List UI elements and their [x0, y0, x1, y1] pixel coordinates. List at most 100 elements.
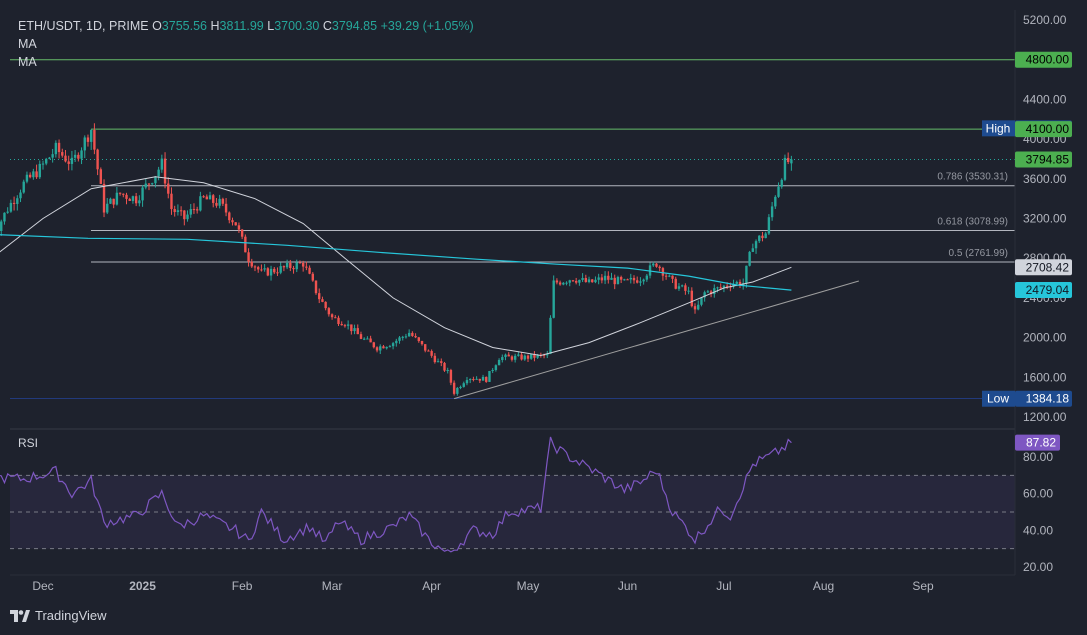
candle-body: [716, 287, 718, 288]
candle-body: [135, 196, 137, 203]
candle-body: [565, 283, 567, 284]
candle-body: [222, 199, 224, 204]
candle-body: [379, 346, 381, 350]
candle-body: [23, 182, 25, 193]
candle-body: [87, 137, 89, 141]
rsi-tick-label: 60.00: [1023, 487, 1053, 501]
rsi-tick-label: 80.00: [1023, 450, 1053, 464]
candle-body: [421, 341, 423, 344]
candle-body: [238, 225, 240, 229]
candle-body: [129, 199, 131, 201]
candle-body: [235, 222, 237, 225]
x-tick-label: 2025: [129, 579, 156, 593]
candle-body: [562, 283, 564, 285]
candle-body: [186, 215, 188, 220]
candle-body: [450, 370, 452, 383]
candle-body: [289, 263, 291, 268]
candle-body: [771, 206, 773, 217]
x-tick-label: Feb: [232, 579, 253, 593]
candle-body: [369, 339, 371, 343]
candle-body: [761, 236, 763, 238]
x-tick-label: Apr: [422, 579, 441, 593]
ma-legend-2[interactable]: MA: [18, 53, 474, 71]
candle-body: [668, 276, 670, 277]
candle-body: [363, 339, 365, 340]
footer-brand[interactable]: TradingView: [10, 608, 107, 623]
candle-body: [347, 324, 349, 325]
symbol-label[interactable]: ETH/USDT, 1D, PRIME: [18, 19, 149, 33]
price-label-value: 2479.04: [1026, 283, 1070, 297]
candle-body: [318, 293, 320, 299]
candle-body: [720, 287, 722, 288]
candle-body: [183, 211, 185, 220]
candle-body: [552, 280, 554, 317]
candle-body: [395, 341, 397, 343]
x-tick-label: Jul: [716, 579, 731, 593]
trading-chart[interactable]: 0.786 (3530.31) 0.618 (3078.99) 0.5 (2761.…: [0, 0, 1087, 635]
candle-body: [633, 278, 635, 280]
candle-body: [112, 199, 114, 205]
candle-body: [132, 196, 134, 201]
candle-body: [453, 383, 455, 394]
candle-body: [373, 342, 375, 347]
candle-body: [80, 150, 82, 158]
fib-level-label: 0.786 (3530.31): [937, 172, 1008, 183]
candle-body: [344, 325, 346, 326]
candle-body: [206, 197, 208, 200]
price-tag-label: Low: [987, 392, 1009, 406]
ma-legend-1[interactable]: MA: [18, 35, 474, 53]
candle-body: [215, 203, 217, 206]
candle-body: [697, 305, 699, 310]
candle-body: [687, 291, 689, 292]
candle-body: [51, 154, 53, 157]
candle-body: [601, 277, 603, 280]
fib-level-label: 0.618 (3078.99): [937, 217, 1008, 228]
candle-body: [170, 194, 172, 209]
rsi-legend[interactable]: RSI: [18, 436, 38, 450]
candle-body: [681, 285, 683, 286]
rsi-tick-label: 20.00: [1023, 560, 1053, 574]
x-tick-label: Aug: [813, 579, 834, 593]
candle-body: [312, 274, 314, 281]
candle-body: [691, 291, 693, 306]
candle-body: [469, 379, 471, 380]
price-label-value: 1384.18: [1026, 392, 1070, 406]
candle-body: [26, 175, 28, 182]
candle-body: [569, 280, 571, 282]
candle-body: [530, 354, 532, 359]
candle-body: [199, 196, 201, 210]
x-tick-label: Mar: [322, 579, 343, 593]
candle-body: [585, 278, 587, 282]
rsi-tick-label: 40.00: [1023, 523, 1053, 537]
tradingview-logo-icon: [10, 610, 30, 622]
candle-body: [707, 291, 709, 292]
candle-body: [524, 356, 526, 360]
candle-body: [748, 252, 750, 266]
candle-body: [202, 196, 204, 197]
fib-level-label: 0.5 (2761.99): [949, 248, 1009, 259]
candle-body: [270, 269, 272, 276]
candle-body: [337, 318, 339, 324]
candle-body: [405, 336, 407, 337]
candle-body: [437, 361, 439, 362]
candle-body: [495, 365, 497, 370]
candle-body: [141, 187, 143, 200]
candle-body: [161, 159, 163, 170]
candle-body: [485, 377, 487, 382]
candle-body: [196, 209, 198, 210]
candle-body: [456, 388, 458, 394]
candle-body: [350, 324, 352, 331]
candle-body: [353, 328, 355, 331]
candle-body: [694, 306, 696, 309]
candle-body: [286, 263, 288, 267]
candle-body: [308, 268, 310, 274]
candle-body: [376, 347, 378, 350]
candle-body: [93, 130, 95, 150]
candle-body: [784, 158, 786, 180]
candle-body: [67, 161, 69, 164]
candle-body: [604, 276, 606, 281]
candle-body: [357, 328, 359, 334]
x-tick-label: Sep: [912, 579, 934, 593]
price-tag-label: High: [986, 121, 1011, 135]
candle-body: [48, 158, 50, 159]
